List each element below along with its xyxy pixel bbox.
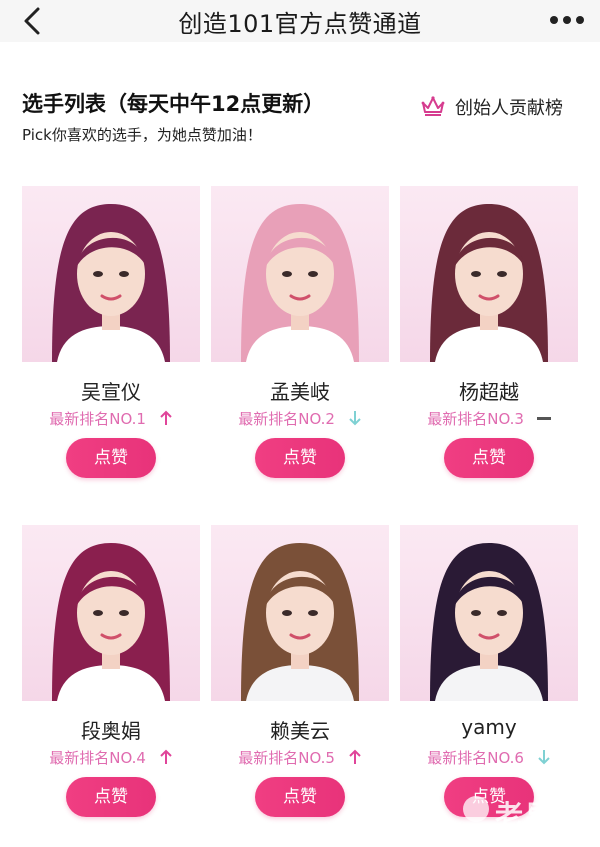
rank-text: 最新排名NO.5 [238, 749, 335, 767]
contestant-card: 赖美云 最新排名NO.5 点赞 [211, 525, 389, 825]
trend-up-icon [160, 410, 172, 425]
like-button[interactable]: 点赞 [255, 438, 345, 478]
contestant-rank: 最新排名NO.5 [211, 747, 389, 768]
rank-text: 最新排名NO.4 [49, 749, 146, 767]
rank-text: 最新排名NO.6 [427, 749, 524, 767]
like-button[interactable]: 点赞 [444, 777, 534, 817]
contestant-name: 赖美云 [270, 719, 330, 743]
contestant-photo[interactable] [22, 186, 200, 362]
contestant-card: 孟美岐 最新排名NO.2 点赞 [211, 186, 389, 486]
contestant-name: 段奥娟 [81, 719, 141, 743]
contestant-photo[interactable] [400, 525, 578, 701]
like-button[interactable]: 点赞 [66, 438, 156, 478]
contestant-rank: 最新排名NO.6 [400, 747, 578, 768]
trend-same-icon [536, 417, 551, 420]
page-title: 创造101官方点赞通道 [178, 10, 422, 38]
contestant-photo[interactable] [211, 525, 389, 701]
contestant-rank: 最新排名NO.4 [22, 747, 200, 768]
like-button[interactable]: 点赞 [66, 777, 156, 817]
rank-text: 最新排名NO.3 [427, 410, 524, 428]
contestant-name: yamy [461, 715, 517, 739]
like-button[interactable]: 点赞 [255, 777, 345, 817]
contestant-name: 孟美岐 [270, 380, 330, 404]
contestant-photo[interactable] [400, 186, 578, 362]
founder-ranking-label: 创始人贡献榜 [455, 98, 563, 119]
trend-down-icon [538, 750, 550, 765]
contestant-rank: 最新排名NO.2 [211, 408, 389, 429]
contestant-name: 杨超越 [459, 380, 519, 404]
contestant-card: 杨超越 最新排名NO.3 点赞 [400, 186, 578, 486]
contestant-card: 段奥娟 最新排名NO.4 点赞 [22, 525, 200, 825]
contestant-photo[interactable] [211, 186, 389, 362]
section-subtitle: Pick你喜欢的选手，为她点赞加油！ [22, 126, 262, 144]
trend-down-icon [349, 411, 361, 426]
like-button[interactable]: 点赞 [444, 438, 534, 478]
watermark-url: laonanren.com [463, 826, 546, 839]
more-dots-icon[interactable] [549, 14, 585, 26]
rank-text: 最新排名NO.1 [49, 410, 146, 428]
contestant-rank: 最新排名NO.3 [400, 408, 578, 429]
trend-up-icon [349, 749, 361, 764]
contestant-card: 吴宣仪 最新排名NO.1 点赞 [22, 186, 200, 486]
crown-icon [421, 96, 445, 116]
rank-text: 最新排名NO.2 [238, 410, 335, 428]
contestant-rank: 最新排名NO.1 [22, 408, 200, 429]
contestant-name: 吴宣仪 [81, 380, 141, 404]
nav-bar: 创造101官方点赞通道 [0, 0, 600, 42]
contestant-card: yamy 最新排名NO.6 点赞 [400, 525, 578, 825]
trend-up-icon [160, 749, 172, 764]
contestant-photo[interactable] [22, 525, 200, 701]
section-title: 选手列表（每天中午12点更新） [22, 92, 325, 116]
